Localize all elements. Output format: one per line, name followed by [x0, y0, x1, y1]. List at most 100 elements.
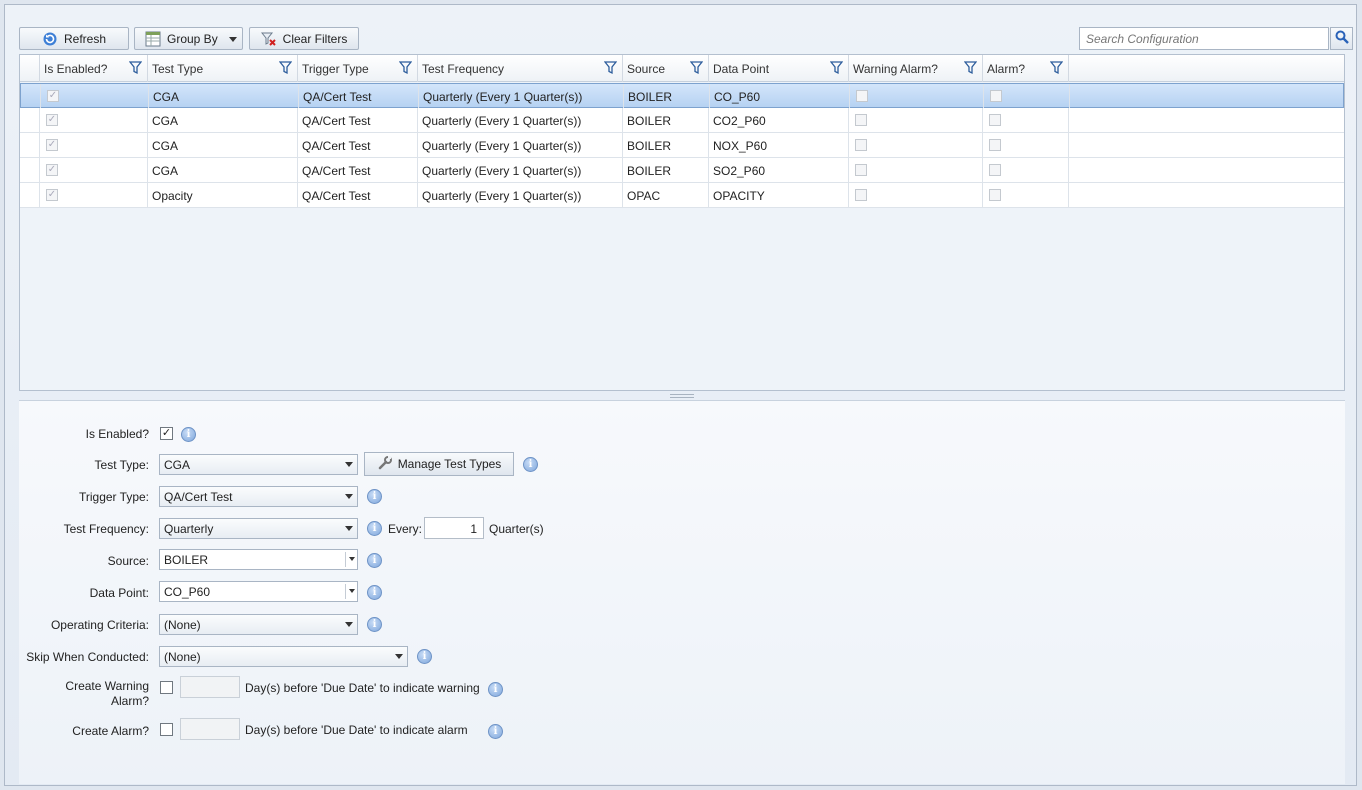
- search-input[interactable]: Search Configuration: [1079, 27, 1329, 50]
- trigger-type-cell: QA/Cert Test: [298, 108, 418, 132]
- info-icon[interactable]: i: [181, 427, 196, 442]
- test-type-select[interactable]: CGA: [159, 454, 358, 475]
- column-header-alarm[interactable]: Alarm?: [983, 55, 1069, 82]
- info-icon[interactable]: i: [488, 682, 503, 697]
- cell-text: CGA: [153, 90, 180, 104]
- warning-days-suffix: Day(s) before 'Due Date' to indicate war…: [245, 681, 480, 695]
- is-enabled-checkbox[interactable]: ✓: [160, 427, 173, 440]
- filter-icon[interactable]: [964, 61, 977, 75]
- test-frequency-value: Quarterly: [164, 522, 214, 536]
- skip-when-conducted-select[interactable]: (None): [159, 646, 408, 667]
- filter-icon[interactable]: [690, 61, 703, 75]
- chevron-down-icon: [345, 526, 353, 531]
- column-header-source[interactable]: Source: [623, 55, 709, 82]
- operating-criteria-label: Operating Criteria:: [50, 618, 149, 632]
- create-alarm-label: Create Alarm?: [72, 724, 149, 738]
- data-point-cell: CO2_P60: [709, 108, 849, 132]
- table-row[interactable]: ✓ CGA QA/Cert Test Quarterly (Every 1 Quart…: [20, 158, 1344, 183]
- cell-text: Opacity: [152, 189, 193, 203]
- table-row[interactable]: ✓ Opacity QA/Cert Test Quarterly (Every 1 Q…: [20, 183, 1344, 208]
- cell-text: BOILER: [627, 164, 672, 178]
- alarm-days-input[interactable]: [180, 718, 240, 740]
- group-by-button[interactable]: Group By: [134, 27, 243, 50]
- alarm-days-suffix: Day(s) before 'Due Date' to indicate ala…: [245, 723, 468, 737]
- source-cell: BOILER: [623, 133, 709, 157]
- cell-text: CO_P60: [714, 90, 761, 104]
- filter-icon[interactable]: [129, 61, 142, 75]
- chevron-down-icon: [349, 557, 355, 561]
- grid-header: Is Enabled? Test Type Trigger Type Test …: [20, 55, 1344, 82]
- is-enabled-label: Is Enabled?: [85, 427, 149, 441]
- column-header-test-frequency[interactable]: Test Frequency: [418, 55, 623, 82]
- create-alarm-checkbox[interactable]: [160, 723, 173, 736]
- cell-checkbox: ✓: [46, 164, 58, 176]
- refresh-button[interactable]: Refresh: [19, 27, 129, 50]
- info-icon[interactable]: i: [417, 649, 432, 664]
- source-select[interactable]: BOILER: [159, 549, 358, 570]
- warning-alarm-cell: [849, 133, 983, 157]
- every-unit-label: Quarter(s): [489, 522, 544, 536]
- filter-icon[interactable]: [830, 61, 843, 75]
- data-point-select[interactable]: CO_P60: [159, 581, 358, 602]
- cell-text: BOILER: [627, 139, 672, 153]
- info-icon[interactable]: i: [367, 489, 382, 504]
- group-by-label: Group By: [167, 31, 218, 46]
- source-value: BOILER: [164, 553, 209, 567]
- info-icon[interactable]: i: [367, 585, 382, 600]
- data-point-cell: NOX_P60: [709, 133, 849, 157]
- column-header-test-type[interactable]: Test Type: [148, 55, 298, 82]
- is-enabled-cell: ✓: [40, 133, 148, 157]
- test-frequency-cell: Quarterly (Every 1 Quarter(s)): [418, 108, 623, 132]
- row-indicator: [20, 133, 40, 157]
- search-button[interactable]: [1330, 27, 1353, 50]
- column-header-warning-alarm[interactable]: Warning Alarm?: [849, 55, 983, 82]
- info-icon[interactable]: i: [367, 617, 382, 632]
- filter-icon[interactable]: [399, 61, 412, 75]
- column-header-data-point[interactable]: Data Point: [709, 55, 849, 82]
- column-header-label: Alarm?: [987, 62, 1026, 76]
- info-icon[interactable]: i: [367, 553, 382, 568]
- manage-test-types-button[interactable]: Manage Test Types: [364, 452, 514, 476]
- info-icon[interactable]: i: [367, 521, 382, 536]
- cell-checkbox: ✓: [47, 90, 59, 102]
- filter-icon[interactable]: [279, 61, 292, 75]
- create-warning-alarm-checkbox[interactable]: [160, 681, 173, 694]
- splitter-handle[interactable]: [19, 391, 1345, 400]
- operating-criteria-select[interactable]: (None): [159, 614, 358, 635]
- column-header-trigger-type[interactable]: Trigger Type: [298, 55, 418, 82]
- info-icon[interactable]: i: [523, 457, 538, 472]
- create-warning-alarm-label: Create Warning Alarm?: [65, 679, 149, 708]
- trigger-type-cell: QA/Cert Test: [298, 133, 418, 157]
- test-frequency-cell: Quarterly (Every 1 Quarter(s)): [418, 158, 623, 182]
- table-row[interactable]: ✓ CGA QA/Cert Test Quarterly (Every 1 Quart…: [20, 108, 1344, 133]
- trigger-type-select[interactable]: QA/Cert Test: [159, 486, 358, 507]
- cell-text: CGA: [152, 139, 179, 153]
- clear-filters-button[interactable]: Clear Filters: [249, 27, 359, 50]
- table-row[interactable]: ✓ CGA QA/Cert Test Quarterly (Every 1 Quart…: [20, 83, 1344, 108]
- refresh-icon: [42, 31, 58, 47]
- filter-icon[interactable]: [1050, 61, 1063, 75]
- source-cell: BOILER: [623, 108, 709, 132]
- cell-checkbox: [855, 189, 867, 201]
- filter-icon[interactable]: [604, 61, 617, 75]
- cell-checkbox: [855, 164, 867, 176]
- chevron-down-icon: [349, 589, 355, 593]
- cell-checkbox: [989, 139, 1001, 151]
- test-frequency-select[interactable]: Quarterly: [159, 518, 358, 539]
- info-icon[interactable]: i: [488, 724, 503, 739]
- row-indicator: [21, 84, 41, 108]
- row-indicator: [20, 108, 40, 132]
- cell-checkbox: [989, 114, 1001, 126]
- test-type-cell: CGA: [149, 84, 299, 108]
- trigger-type-value: QA/Cert Test: [164, 490, 233, 504]
- detail-form: Is Enabled? ✓ i Test Type: CGA Manage Te…: [19, 400, 1345, 784]
- column-header-is-enabled[interactable]: Is Enabled?: [40, 55, 148, 82]
- test-frequency-cell: Quarterly (Every 1 Quarter(s)): [419, 84, 624, 108]
- configuration-grid: Is Enabled? Test Type Trigger Type Test …: [19, 54, 1345, 391]
- cell-text: BOILER: [628, 90, 673, 104]
- cell-text: OPACITY: [713, 189, 765, 203]
- every-input[interactable]: 1: [424, 517, 484, 539]
- warning-days-input[interactable]: [180, 676, 240, 698]
- column-header-label: Is Enabled?: [44, 62, 108, 76]
- table-row[interactable]: ✓ CGA QA/Cert Test Quarterly (Every 1 Quart…: [20, 133, 1344, 158]
